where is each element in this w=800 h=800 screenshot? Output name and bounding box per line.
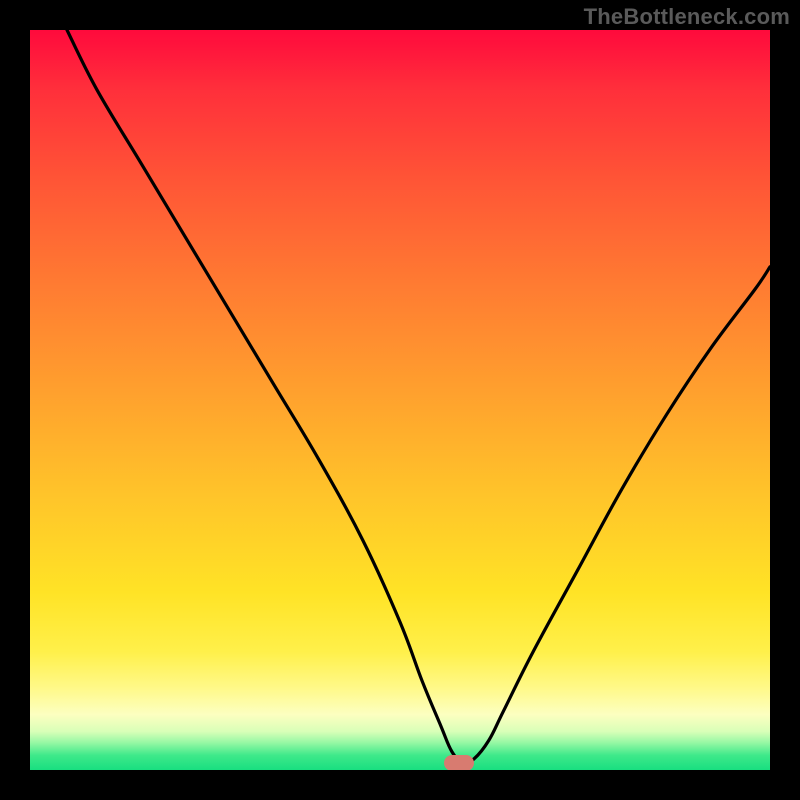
- bottleneck-curve: [67, 30, 770, 763]
- watermark-text: TheBottleneck.com: [584, 4, 790, 30]
- plot-area: [30, 30, 770, 770]
- chart-frame: TheBottleneck.com: [0, 0, 800, 800]
- curve-svg: [30, 30, 770, 770]
- optimal-marker: [444, 755, 474, 770]
